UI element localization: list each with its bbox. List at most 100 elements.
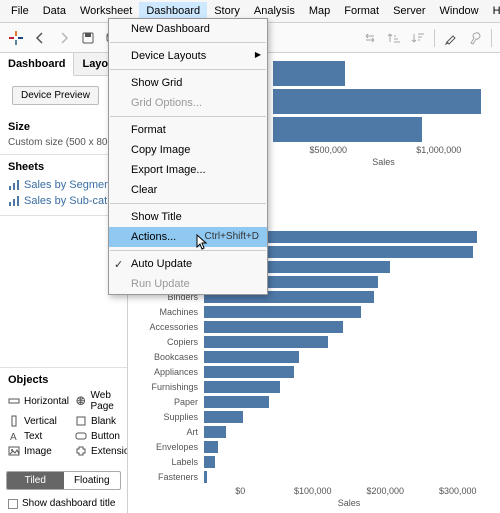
pin-icon[interactable] (467, 30, 483, 46)
show-title-checkbox-row[interactable]: Show dashboard title (0, 494, 127, 513)
object-horizontal[interactable]: Horizontal (8, 390, 69, 412)
object-vertical[interactable]: Vertical (8, 415, 69, 427)
worksheet-icon (8, 195, 20, 207)
bar (204, 411, 243, 423)
object-blank[interactable]: Blank (75, 415, 128, 427)
category-label: Bookcases (128, 352, 204, 362)
axis-tick: $500,000 (273, 145, 384, 155)
bar (204, 396, 269, 408)
objects-section: Objects HorizontalWeb PageVerticalBlankA… (0, 367, 127, 463)
bar (204, 351, 299, 363)
sort-asc-icon[interactable] (386, 30, 402, 46)
bar-row[interactable]: Furnishings (128, 379, 494, 394)
menu-separator (110, 250, 266, 251)
axis-tick: $1,000,000 (384, 145, 495, 155)
bar-row[interactable]: Supplies (128, 409, 494, 424)
category-label: Copiers (128, 337, 204, 347)
object-label: Vertical (24, 416, 57, 427)
back-icon[interactable] (32, 30, 48, 46)
button-icon (75, 430, 87, 442)
menu-map[interactable]: Map (302, 2, 337, 20)
save-icon[interactable] (80, 30, 96, 46)
object-webpage[interactable]: Web Page (75, 390, 128, 412)
bar (204, 366, 294, 378)
menu-separator (110, 69, 266, 70)
menu-format[interactable]: Format (337, 2, 386, 20)
category-label: Paper (128, 397, 204, 407)
vertical-icon (8, 415, 20, 427)
menu-item-show-grid[interactable]: Show Grid (109, 73, 267, 93)
object-label: Web Page (91, 390, 129, 412)
horizontal-icon (8, 395, 20, 407)
sheet-item[interactable]: Sales by Segment (8, 177, 119, 193)
svg-text:A: A (10, 432, 17, 442)
image-icon (8, 445, 20, 457)
bar-row[interactable]: Machines (128, 304, 494, 319)
menu-window[interactable]: Window (433, 2, 486, 20)
bar (204, 336, 328, 348)
bar-row[interactable]: Envelopes (128, 439, 494, 454)
bar-row[interactable]: Appliances (128, 364, 494, 379)
blank-icon (75, 415, 87, 427)
object-text[interactable]: A Text (8, 430, 69, 442)
device-preview-button[interactable]: Device Preview (12, 86, 99, 105)
menu-item-new-dashboard[interactable]: New Dashboard (109, 19, 267, 39)
forward-icon[interactable] (56, 30, 72, 46)
bar-row[interactable]: Accessories (128, 319, 494, 334)
bar-row[interactable]: Copiers (128, 334, 494, 349)
menu-item-actions[interactable]: Actions...Ctrl+Shift+D (109, 227, 267, 247)
menu-item-format[interactable]: Format (109, 120, 267, 140)
category-label: Machines (128, 307, 204, 317)
bar (204, 426, 226, 438)
sheet-label: Sales by Sub-cat. (24, 195, 110, 207)
menu-item-device-layouts[interactable]: Device Layouts▶ (109, 46, 267, 66)
menu-item-clear[interactable]: Clear (109, 180, 267, 200)
bar (273, 89, 481, 114)
tab-dashboard[interactable]: Dashboard (0, 53, 74, 76)
menu-item-grid-options: Grid Options... (109, 93, 267, 113)
toolbar-separator (491, 29, 492, 47)
sheet-item[interactable]: Sales by Sub-cat. (8, 193, 119, 209)
bar-row[interactable]: Fasteners (128, 469, 494, 484)
floating-option[interactable]: Floating (64, 472, 121, 489)
menu-item-export-image[interactable]: Export Image... (109, 160, 267, 180)
menu-item-copy-image[interactable]: Copy Image (109, 140, 267, 160)
menu-separator (110, 116, 266, 117)
category-label: Labels (128, 457, 204, 467)
object-label: Text (24, 431, 42, 442)
bar-row[interactable]: Paper (128, 394, 494, 409)
menu-server[interactable]: Server (386, 2, 432, 20)
bar-row[interactable]: Labels (128, 454, 494, 469)
tiled-floating-toggle[interactable]: Tiled Floating (6, 471, 121, 490)
sheet-label: Sales by Segment (24, 179, 113, 191)
sort-desc-icon[interactable] (410, 30, 426, 46)
menu-help[interactable]: Help (486, 2, 500, 20)
size-value[interactable]: Custom size (500 x 800) (8, 137, 119, 148)
checkbox-icon[interactable] (8, 499, 18, 509)
axis-tick: $200,000 (349, 486, 422, 496)
size-heading: Size (8, 121, 119, 133)
webpage-icon (75, 395, 86, 407)
object-button[interactable]: Button (75, 430, 128, 442)
menu-item-auto-update[interactable]: Auto Update✓ (109, 254, 267, 274)
object-extension[interactable]: Extension (75, 445, 128, 457)
bar-row[interactable]: Art (128, 424, 494, 439)
bar (204, 441, 218, 453)
highlight-icon[interactable] (443, 30, 459, 46)
category-label: Appliances (128, 367, 204, 377)
menu-file[interactable]: File (4, 2, 36, 20)
category-label: Furnishings (128, 382, 204, 392)
bar (204, 471, 207, 483)
menu-item-show-title[interactable]: Show Title (109, 207, 267, 227)
extension-icon (75, 445, 87, 457)
dashboard-menu-dropdown: New Dashboard Device Layouts▶ Show GridGri… (108, 18, 268, 295)
tiled-option[interactable]: Tiled (7, 472, 64, 489)
sheets-heading: Sheets (8, 161, 119, 173)
swap-icon[interactable] (362, 30, 378, 46)
object-image[interactable]: Image (8, 445, 69, 457)
menu-data[interactable]: Data (36, 2, 73, 20)
worksheet-icon (8, 179, 20, 191)
bar-row[interactable]: Bookcases (128, 349, 494, 364)
axis-tick: $0 (204, 486, 277, 496)
object-label: Blank (91, 416, 116, 427)
